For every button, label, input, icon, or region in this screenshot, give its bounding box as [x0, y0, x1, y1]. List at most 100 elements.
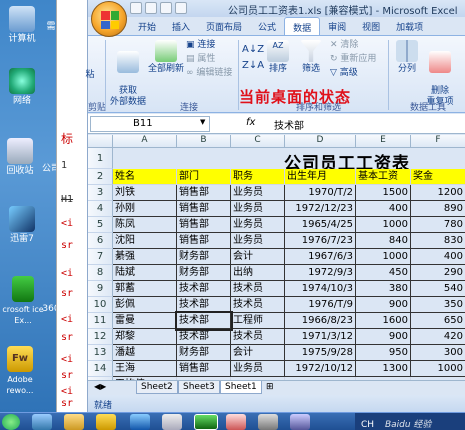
table-cell[interactable]: 会计 — [231, 345, 285, 361]
insert-sheet-icon[interactable]: ⊞ — [262, 381, 278, 394]
row-header[interactable]: 6 — [88, 233, 113, 249]
table-cell[interactable]: 420 — [411, 329, 465, 345]
row-header[interactable]: 5 — [88, 217, 113, 233]
input-language-indicator[interactable]: CH — [361, 420, 374, 430]
table-cell[interactable]: 销售部 — [177, 233, 231, 249]
table-cell[interactable]: 1971/3/12 — [285, 329, 356, 345]
table-cell[interactable]: 1300 — [356, 361, 411, 377]
table-cell[interactable]: 830 — [411, 233, 465, 249]
header-cell[interactable]: 姓名 — [113, 169, 177, 185]
sheet-tab[interactable]: Sheet2 — [136, 381, 178, 394]
table-cell[interactable]: 1000 — [411, 361, 465, 377]
table-cell[interactable]: 650 — [411, 313, 465, 329]
table-cell[interactable]: 业务员 — [231, 233, 285, 249]
tab-insert[interactable]: 插入 — [164, 17, 198, 35]
table-cell[interactable]: 1000 — [356, 217, 411, 233]
taskbar-app-icon[interactable] — [258, 414, 278, 430]
column-header[interactable]: F — [411, 135, 465, 148]
row-header[interactable]: 9 — [88, 281, 113, 297]
column-header[interactable]: D — [285, 135, 356, 148]
title-bar[interactable]: 公司员工工资表1.xls [兼容模式] - Microsoft Excel — [88, 0, 465, 17]
table-cell[interactable]: 郑黎 — [113, 329, 177, 345]
row-header[interactable]: 14 — [88, 361, 113, 377]
table-cell[interactable]: 1972/12/23 — [285, 201, 356, 217]
sort-descending-button[interactable]: Z↓A — [242, 60, 264, 71]
taskbar-app-icon[interactable] — [226, 414, 246, 430]
desktop-icon-thunder[interactable]: 迅雷7 — [2, 206, 42, 245]
tab-home[interactable]: 开始 — [130, 17, 164, 35]
header-cell[interactable]: 基本工资 — [356, 169, 411, 185]
fireworks-taskbar-icon[interactable] — [96, 414, 116, 430]
save-icon[interactable] — [130, 2, 142, 14]
table-cell[interactable]: 技术部 — [175, 311, 233, 331]
table-cell[interactable]: 900 — [356, 329, 411, 345]
table-cell[interactable]: 工程师 — [231, 313, 285, 329]
advanced-button[interactable]: ▽ 高级 — [330, 68, 358, 79]
table-cell[interactable]: 1972/10/12 — [285, 361, 356, 377]
row-header[interactable]: 4 — [88, 201, 113, 217]
clear-button[interactable]: ✕ 清除 — [330, 40, 358, 51]
table-cell[interactable]: 王海 — [113, 361, 177, 377]
table-cell[interactable]: 刘铁 — [113, 185, 177, 201]
tab-view[interactable]: 视图 — [354, 17, 388, 35]
name-box-dropdown-icon[interactable]: ▼ — [200, 118, 205, 126]
column-header[interactable]: B — [177, 135, 231, 148]
row-header[interactable]: 7 — [88, 249, 113, 265]
table-cell[interactable]: 1967/6/3 — [285, 249, 356, 265]
folder-icon[interactable] — [64, 414, 84, 430]
table-cell[interactable]: 业务员 — [231, 361, 285, 377]
row-header[interactable]: 2 — [88, 169, 113, 185]
start-button-icon[interactable] — [2, 414, 20, 430]
table-cell[interactable]: 郭蓄 — [113, 281, 177, 297]
header-cell[interactable]: 奖金 — [411, 169, 465, 185]
table-cell[interactable]: 300 — [411, 345, 465, 361]
table-cell[interactable]: 沈阳 — [113, 233, 177, 249]
row-header[interactable]: 8 — [88, 265, 113, 281]
connections-button[interactable]: ▣ 连接 — [186, 40, 215, 51]
taskbar-app-icon[interactable] — [290, 414, 310, 430]
table-cell[interactable]: 1972/9/3 — [285, 265, 356, 281]
table-cell[interactable]: 890 — [411, 201, 465, 217]
table-cell[interactable]: 技术员 — [231, 281, 285, 297]
properties-button[interactable]: ▤ 属性 — [186, 54, 215, 65]
table-cell[interactable]: 1000 — [356, 249, 411, 265]
table-cell[interactable]: 陆斌 — [113, 265, 177, 281]
undo-icon[interactable] — [145, 2, 157, 14]
table-cell[interactable]: 技术部 — [177, 297, 231, 313]
column-header[interactable]: C — [231, 135, 285, 148]
table-cell[interactable]: 950 — [356, 345, 411, 361]
table-cell[interactable]: 销售部 — [177, 201, 231, 217]
tab-page-layout[interactable]: 页面布局 — [198, 17, 250, 35]
customize-toolbar-icon[interactable] — [175, 2, 187, 14]
desktop-icon-network[interactable]: 网络 — [2, 68, 42, 107]
header-cell[interactable]: 职务 — [231, 169, 285, 185]
remove-duplicates-button[interactable]: 删除 重复项 — [424, 40, 456, 108]
sheet-nav-arrows-icon[interactable]: ◀▶ — [90, 381, 110, 394]
table-cell[interactable]: 1600 — [356, 313, 411, 329]
taskbar-app-icon[interactable] — [162, 414, 182, 430]
sort-button[interactable]: AZ 排序 — [262, 40, 294, 75]
table-cell[interactable]: 1200 — [411, 185, 465, 201]
desktop-icon-computer[interactable]: 计算机 — [2, 6, 42, 45]
redo-icon[interactable] — [160, 2, 172, 14]
reapply-button[interactable]: ↻ 重新应用 — [330, 54, 376, 65]
table-cell[interactable]: 1976/7/23 — [285, 233, 356, 249]
insert-function-icon[interactable]: fx — [246, 117, 255, 128]
excel-taskbar-icon[interactable] — [194, 414, 218, 430]
office-button[interactable] — [91, 1, 127, 37]
table-cell[interactable]: 彭佩 — [113, 297, 177, 313]
edit-links-button[interactable]: ∞ 编辑链接 — [186, 68, 232, 79]
table-cell[interactable]: 1975/9/28 — [285, 345, 356, 361]
sheet-tab[interactable]: Sheet3 — [178, 381, 220, 394]
table-cell[interactable]: 1976/T/9 — [285, 297, 356, 313]
select-all-corner[interactable] — [88, 135, 113, 148]
table-cell[interactable]: 财务部 — [177, 249, 231, 265]
table-cell[interactable]: 1966/8/23 — [285, 313, 356, 329]
table-cell[interactable]: 陈凤 — [113, 217, 177, 233]
header-cell[interactable]: 部门 — [177, 169, 231, 185]
table-cell[interactable]: 技术部 — [177, 281, 231, 297]
name-box[interactable]: B11 — [90, 116, 210, 132]
table-cell[interactable]: 900 — [356, 297, 411, 313]
row-header[interactable]: 10 — [88, 297, 113, 313]
table-cell[interactable]: 1965/4/25 — [285, 217, 356, 233]
